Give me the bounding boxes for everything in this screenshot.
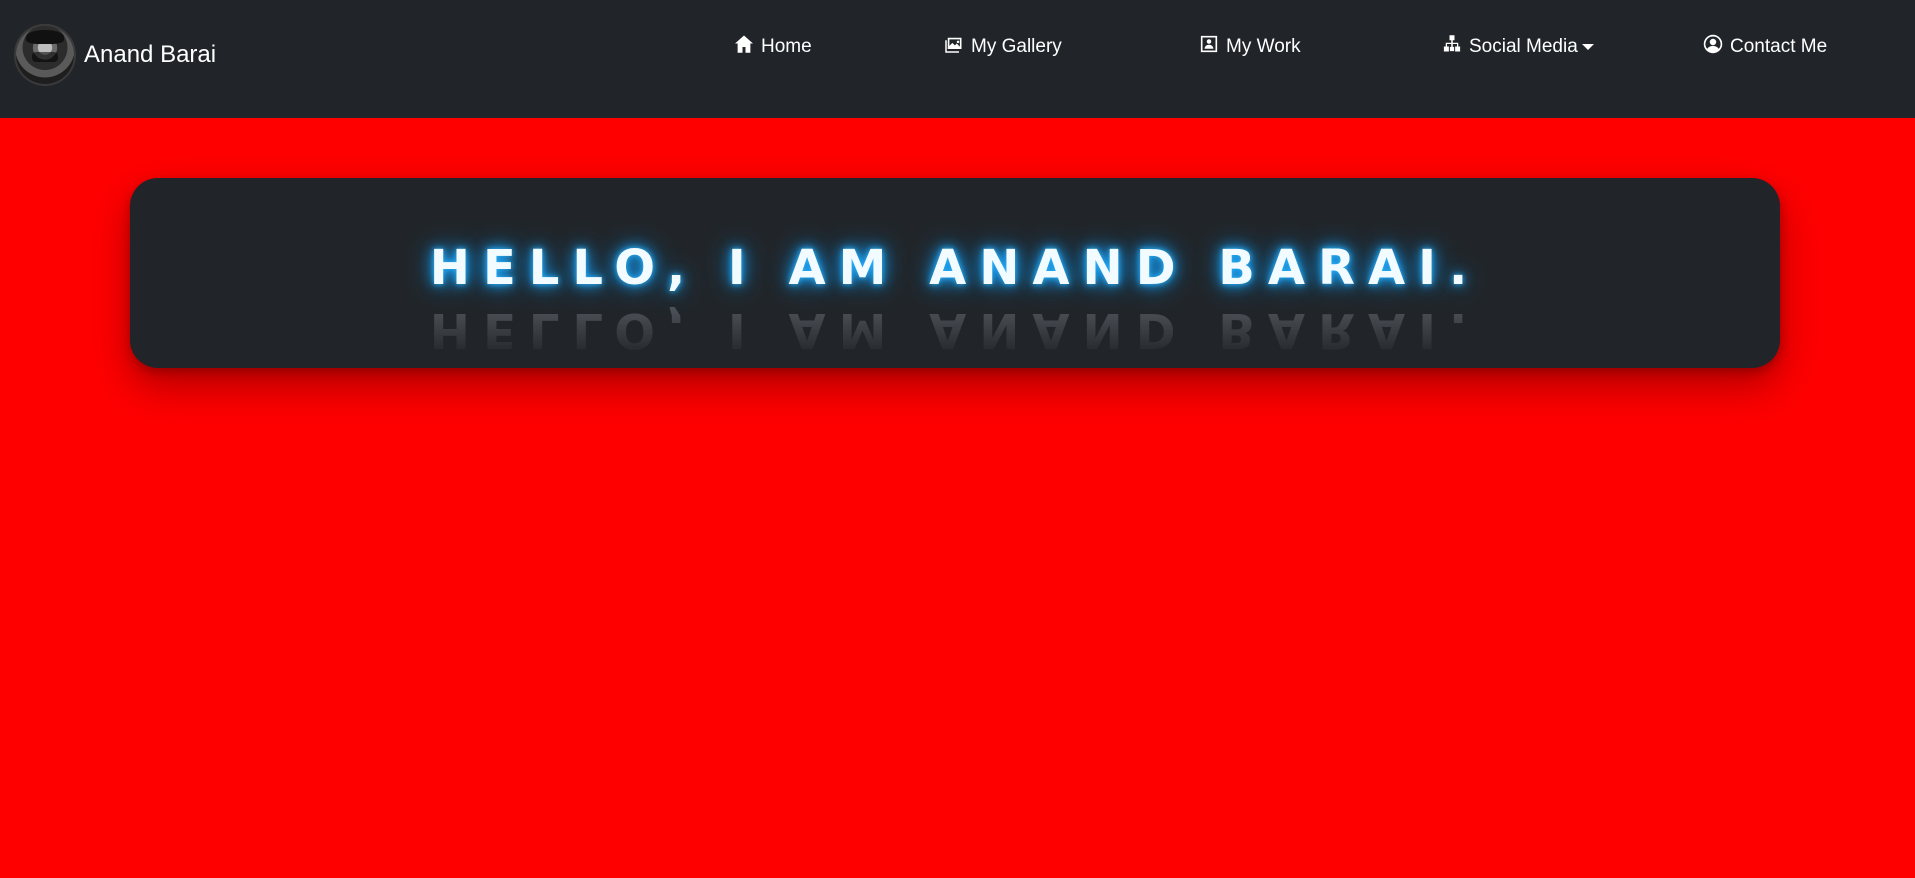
nav-item-label: Contact Me: [1730, 36, 1828, 57]
nav-item-home[interactable]: Home: [734, 33, 812, 61]
hero-card: HELLO, I AM ANAND BARAI. HELLO, I AM ANA…: [130, 178, 1780, 368]
user-circle-icon: [1703, 34, 1730, 60]
nav-item-contact[interactable]: Contact Me: [1703, 33, 1827, 61]
gallery-icon: [944, 34, 971, 60]
chevron-down-icon: [1581, 44, 1594, 50]
work-icon: [1199, 34, 1226, 60]
brand-link[interactable]: Anand Barai: [14, 24, 216, 86]
hero-headline-reflection: HELLO, I AM ANAND BARAI.: [429, 302, 1481, 358]
nav-item-label: My Gallery: [971, 36, 1062, 57]
social-network-icon: [1442, 34, 1469, 60]
hero-headline: HELLO, I AM ANAND BARAI.: [429, 240, 1481, 296]
nav-item-label: Social Media: [1469, 36, 1578, 57]
brand-name: Anand Barai: [84, 41, 217, 68]
nav-item-label: My Work: [1226, 36, 1301, 57]
nav-item-social-media[interactable]: Social Media: [1442, 33, 1594, 61]
avatar: [14, 24, 76, 86]
nav-item-label: Home: [761, 36, 812, 57]
nav-item-gallery[interactable]: My Gallery: [944, 33, 1062, 61]
navbar: Anand Barai Home My Gallery My Work Soci…: [0, 0, 1915, 118]
home-icon: [734, 34, 761, 60]
nav-item-work[interactable]: My Work: [1199, 33, 1301, 61]
